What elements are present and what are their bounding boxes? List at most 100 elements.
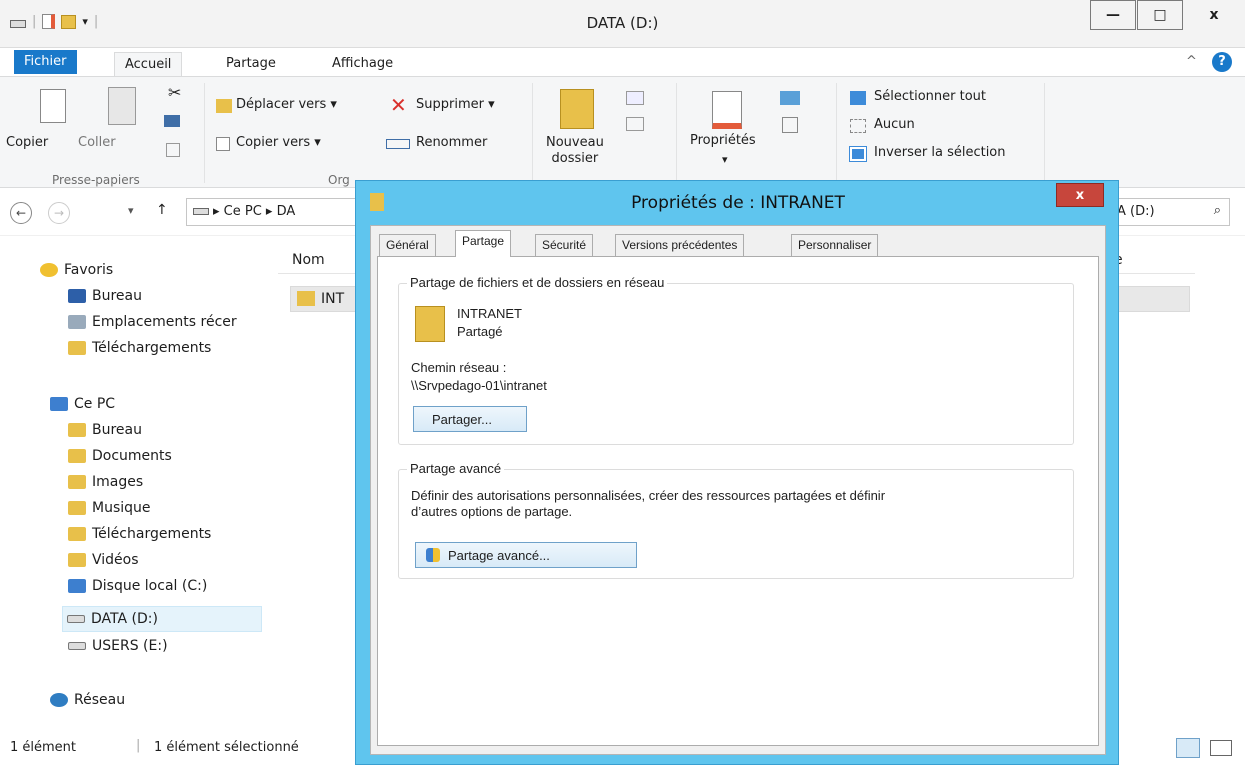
nav-label: Emplacements récer xyxy=(92,314,237,330)
properties-dropdown-icon[interactable]: ▾ xyxy=(722,153,728,166)
copy-button[interactable]: Copier xyxy=(6,135,48,150)
close-button[interactable]: x xyxy=(1184,0,1244,30)
status-separator: | xyxy=(136,738,141,753)
nav-pc-disque-c[interactable]: Disque local (C:) xyxy=(68,578,207,594)
select-all-icon xyxy=(850,91,866,105)
minimize-button[interactable]: — xyxy=(1090,0,1136,30)
advanced-share-description-1: Définir des autorisations personnalisées… xyxy=(411,488,886,503)
nav-pc-bureau[interactable]: Bureau xyxy=(68,422,142,438)
tab-personnaliser[interactable]: Personnaliser xyxy=(791,234,879,256)
network-icon xyxy=(50,693,68,707)
easy-access-icon[interactable] xyxy=(626,117,644,131)
nav-pc-users-e[interactable]: USERS (E:) xyxy=(68,638,168,654)
nav-favorites[interactable]: Favoris xyxy=(40,262,113,278)
move-to-button[interactable]: Déplacer vers ▾ xyxy=(236,97,337,112)
move-to-icon xyxy=(216,99,232,113)
delete-button[interactable]: Supprimer ▾ xyxy=(416,97,495,112)
nav-pc-images[interactable]: Images xyxy=(68,474,143,490)
network-path-value: \\Srvpedago-01\intranet xyxy=(411,378,547,393)
edit-icon[interactable] xyxy=(782,117,798,133)
advanced-share-button[interactable]: Partage avancé... xyxy=(415,542,637,568)
nav-label: Ce PC xyxy=(74,396,116,412)
address-input[interactable]: ▸ Ce PC ▸ DA xyxy=(186,198,366,226)
address-path: ▸ Ce PC ▸ DA xyxy=(213,204,296,219)
details-view-icon[interactable] xyxy=(1176,738,1200,758)
network-share-group: Partage de fichiers et de dossiers en ré… xyxy=(398,275,1074,445)
tab-affichage[interactable]: Affichage xyxy=(322,52,403,76)
dialog-close-button[interactable]: x xyxy=(1056,183,1104,207)
cut-icon[interactable]: ✂ xyxy=(168,83,181,102)
nav-pc-documents[interactable]: Documents xyxy=(68,448,172,464)
drive-icon xyxy=(67,615,85,623)
recent-locations-dropdown[interactable]: ▾ xyxy=(128,204,134,217)
tab-versions-precedentes[interactable]: Versions précédentes xyxy=(615,234,745,256)
copy-to-button[interactable]: Copier vers ▾ xyxy=(236,135,321,150)
nav-label: USERS (E:) xyxy=(92,638,168,654)
group-label-organize: Org xyxy=(328,173,350,187)
nav-this-pc[interactable]: Ce PC xyxy=(50,396,115,412)
nav-pc-videos[interactable]: Vidéos xyxy=(68,552,139,568)
folder-icon xyxy=(415,306,445,342)
advanced-share-button-label: Partage avancé... xyxy=(448,547,550,563)
nav-label: Disque local (C:) xyxy=(92,578,208,594)
dialog-title: Propriétés de : INTRANET xyxy=(631,193,845,213)
paste-shortcut-icon[interactable] xyxy=(166,143,180,157)
new-folder-button[interactable]: Nouveau dossier xyxy=(546,135,604,167)
select-none-button[interactable]: Aucun xyxy=(874,117,915,132)
open-icon[interactable] xyxy=(780,91,800,105)
properties-button[interactable]: Propriétés xyxy=(690,133,756,148)
tab-securite[interactable]: Sécurité xyxy=(535,234,594,256)
ribbon-separator xyxy=(1044,83,1045,183)
search-input[interactable]: A (D:) ⌕ xyxy=(1112,198,1230,226)
nav-label: Favoris xyxy=(64,262,114,278)
nav-network[interactable]: Réseau xyxy=(50,692,125,708)
nav-pc-musique[interactable]: Musique xyxy=(68,500,151,516)
item-count: 1 élément xyxy=(10,740,77,755)
nav-pc-data-d[interactable]: DATA (D:) xyxy=(62,606,262,632)
nav-fav-emplacements[interactable]: Emplacements récer xyxy=(68,314,237,330)
desktop-folder-icon xyxy=(68,423,86,437)
rename-button[interactable]: Renommer xyxy=(416,135,487,150)
collapse-ribbon-icon[interactable]: ^ xyxy=(1186,54,1197,69)
nav-label: Bureau xyxy=(92,288,142,304)
search-icon[interactable]: ⌕ xyxy=(1214,203,1221,218)
advanced-share-group: Partage avancé Définir des autorisations… xyxy=(398,461,1074,579)
tab-partage[interactable]: Partage xyxy=(455,230,512,257)
tab-partage[interactable]: Partage xyxy=(216,52,286,76)
advanced-share-legend: Partage avancé xyxy=(407,461,505,476)
help-icon[interactable]: ? xyxy=(1212,52,1232,72)
ribbon: Copier Coller ✂ Presse-papiers Déplacer … xyxy=(0,76,1245,188)
file-name: INT xyxy=(321,291,345,307)
nav-label: Téléchargements xyxy=(92,340,212,356)
select-all-button[interactable]: Sélectionner tout xyxy=(874,89,986,104)
ribbon-separator xyxy=(676,83,677,183)
maximize-button[interactable]: □ xyxy=(1137,0,1183,30)
invert-selection-button[interactable]: Inverser la sélection xyxy=(874,145,1006,160)
drive-icon xyxy=(193,208,209,215)
nav-label: Réseau xyxy=(74,692,126,708)
nav-label: Téléchargements xyxy=(92,526,212,542)
tab-general[interactable]: Général xyxy=(379,234,436,256)
new-item-icon[interactable] xyxy=(626,91,644,105)
nav-pc-telechargements[interactable]: Téléchargements xyxy=(68,526,211,542)
nav-label: Vidéos xyxy=(92,552,139,568)
share-button[interactable]: Partager... xyxy=(413,406,527,432)
nav-fav-telechargements[interactable]: Téléchargements xyxy=(68,340,211,356)
up-button[interactable]: ↑ xyxy=(156,202,168,218)
paste-button[interactable]: Coller xyxy=(78,135,116,150)
tab-fichier[interactable]: Fichier xyxy=(14,50,77,74)
music-icon xyxy=(68,501,86,515)
large-icons-view-icon[interactable] xyxy=(1210,740,1232,756)
delete-icon: ✕ xyxy=(390,93,407,117)
network-share-legend: Partage de fichiers et de dossiers en ré… xyxy=(407,275,668,290)
desktop-icon xyxy=(68,289,86,303)
back-button[interactable]: ← xyxy=(10,202,32,224)
nav-label: Bureau xyxy=(92,422,142,438)
recent-places-icon xyxy=(68,315,86,329)
column-name[interactable]: Nom xyxy=(292,252,325,268)
videos-icon xyxy=(68,553,86,567)
forward-button[interactable]: → xyxy=(48,202,70,224)
nav-fav-bureau[interactable]: Bureau xyxy=(68,288,142,304)
tab-accueil[interactable]: Accueil xyxy=(114,52,183,76)
copy-path-icon[interactable] xyxy=(164,115,180,127)
